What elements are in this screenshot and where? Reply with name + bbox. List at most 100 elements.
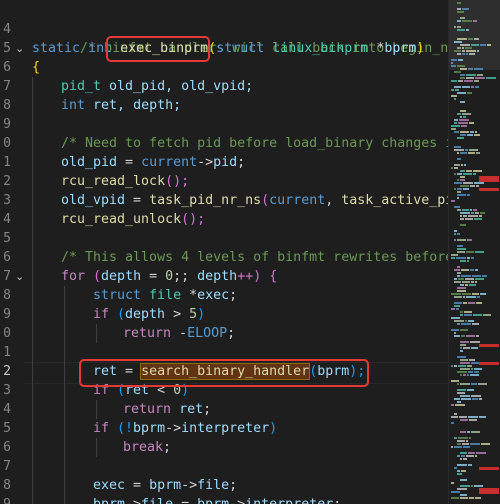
- minimap-stroke: [457, 53, 461, 55]
- minimap-stroke: [470, 374, 479, 376]
- minimap-stroke: [454, 446, 462, 448]
- variable: exec: [93, 478, 126, 493]
- operator: =: [173, 497, 197, 504]
- code-line[interactable]: exec = bprm->file;: [93, 476, 237, 495]
- annotation-box-exec-binprm: [106, 36, 210, 62]
- minimap-stroke: [468, 452, 475, 454]
- indent-guide: [64, 286, 65, 504]
- code-line[interactable]: return ret;: [123, 400, 211, 419]
- code-line[interactable]: /* Need to fetch pid before load_binary …: [61, 134, 448, 153]
- number: 0: [165, 269, 174, 284]
- minimap-stroke: [451, 491, 460, 493]
- minimap-marker: [479, 188, 499, 191]
- function-call: rcu_read_unlock: [61, 212, 182, 227]
- minimap-stroke: [457, 47, 461, 49]
- minimap-stroke: [475, 278, 484, 280]
- minimap-stroke: [481, 443, 490, 445]
- macro: current: [141, 155, 198, 170]
- minimap-stroke: [466, 296, 476, 298]
- minimap-stroke: [466, 50, 476, 52]
- code-line[interactable]: old_vpid = task_pid_nr_ns(current, task_…: [61, 191, 448, 210]
- minimap-stroke: [457, 371, 467, 373]
- minimap-stroke: [457, 179, 459, 181]
- minimap-stroke: [473, 209, 477, 211]
- minimap-stroke: [460, 452, 467, 454]
- minimap-stroke: [478, 383, 487, 385]
- code-line[interactable]: return -ELOOP;: [123, 324, 235, 343]
- code-line[interactable]: rcu_read_lock();: [61, 172, 189, 191]
- minimap-stroke: [479, 416, 486, 418]
- code-line[interactable]: bprm->file = bprm->interpreter;: [93, 495, 341, 504]
- minimap-stroke: [460, 44, 470, 46]
- minimap-stroke: [460, 185, 469, 187]
- minimap-stroke: [457, 137, 464, 139]
- code-line[interactable]: pid_t old_pid, old_vpid;: [61, 77, 253, 96]
- code-line[interactable]: static int exec_binprm(struct linux_binp…: [32, 39, 424, 58]
- minimap-stroke: [454, 467, 457, 469]
- minimap-stroke: [451, 329, 459, 331]
- minimap-stroke: [470, 443, 480, 445]
- minimap-stroke: [460, 479, 467, 481]
- code-line[interactable]: if (!bprm->interpreter): [93, 419, 277, 438]
- code-editor[interactable]: 4 5 ⌄ 6 7 8 9 0 1 2 3 4 5 6 7 ⌄ 8 9 0 1 …: [0, 0, 500, 504]
- minimap-stroke: [457, 245, 463, 247]
- field: interpreter: [245, 497, 333, 504]
- code-line[interactable]: for (depth = 0;; depth++) {: [61, 267, 277, 286]
- minimap-stroke: [471, 281, 474, 283]
- parameter: bprm: [384, 41, 417, 56]
- minimap-stroke: [472, 275, 481, 277]
- keyword-struct: struct: [216, 41, 265, 56]
- minimap-stroke: [460, 347, 462, 349]
- code-line[interactable]: struct file *exec;: [93, 286, 237, 305]
- minimap-stroke: [454, 131, 459, 133]
- minimap-stroke: [467, 239, 472, 241]
- minimap-stroke: [474, 68, 483, 70]
- minimap-stroke: [457, 29, 465, 31]
- punctuation: ;: [333, 497, 341, 504]
- minimap-stroke: [460, 419, 468, 421]
- minimap-stroke: [451, 317, 460, 319]
- minimap-stroke: [457, 287, 466, 289]
- minimap-stroke: [473, 173, 476, 175]
- minimap-stroke: [469, 419, 477, 421]
- code-line[interactable]: /* This allows 4 levels of binfmt rewrit…: [61, 248, 448, 267]
- code-line[interactable]: if (depth > 5): [93, 305, 205, 324]
- minimap-stroke: [460, 485, 470, 487]
- code-line[interactable]: break;: [123, 438, 171, 457]
- minimap-stroke: [454, 332, 456, 334]
- minimap-stroke: [475, 212, 479, 214]
- minimap-stroke: [468, 302, 475, 304]
- code-line[interactable]: old_pid = current->pid;: [61, 153, 245, 172]
- minimap-stroke: [474, 485, 483, 487]
- minimap-stroke: [451, 59, 457, 61]
- code-line[interactable]: /* binfmt handlers will call back into b…: [32, 20, 448, 56]
- minimap-stroke: [454, 206, 460, 208]
- minimap-stroke: [456, 308, 459, 310]
- minimap-stroke: [457, 251, 465, 253]
- minimap-stroke: [457, 470, 460, 472]
- keyword-return: return: [123, 402, 172, 417]
- minimap-stroke: [465, 47, 472, 49]
- punctuation: ;: [229, 288, 238, 303]
- minimap-stroke: [451, 254, 458, 256]
- minimap-stroke: [475, 77, 485, 79]
- function-call: task_active_pi: [341, 193, 448, 208]
- minimap-stroke: [454, 269, 460, 271]
- code-line[interactable]: {: [32, 58, 40, 77]
- minimap-stroke: [457, 65, 465, 67]
- minimap-stroke: [487, 44, 491, 46]
- minimap-stroke: [474, 134, 480, 136]
- code-area[interactable]: /* binfmt handlers will call back into b…: [0, 0, 448, 504]
- minimap-stroke: [474, 368, 482, 370]
- operator: =: [125, 478, 150, 493]
- code-line[interactable]: rcu_read_unlock();: [61, 210, 205, 229]
- minimap-stroke: [462, 443, 469, 445]
- minimap-stroke: [460, 101, 465, 103]
- minimap[interactable]: [448, 0, 500, 504]
- minimap-stroke: [457, 197, 459, 199]
- code-line[interactable]: int ret, depth;: [61, 96, 181, 115]
- minimap-stroke: [465, 149, 468, 151]
- field: file: [197, 478, 230, 493]
- minimap-stroke: [459, 416, 467, 418]
- minimap-stroke: [460, 215, 462, 217]
